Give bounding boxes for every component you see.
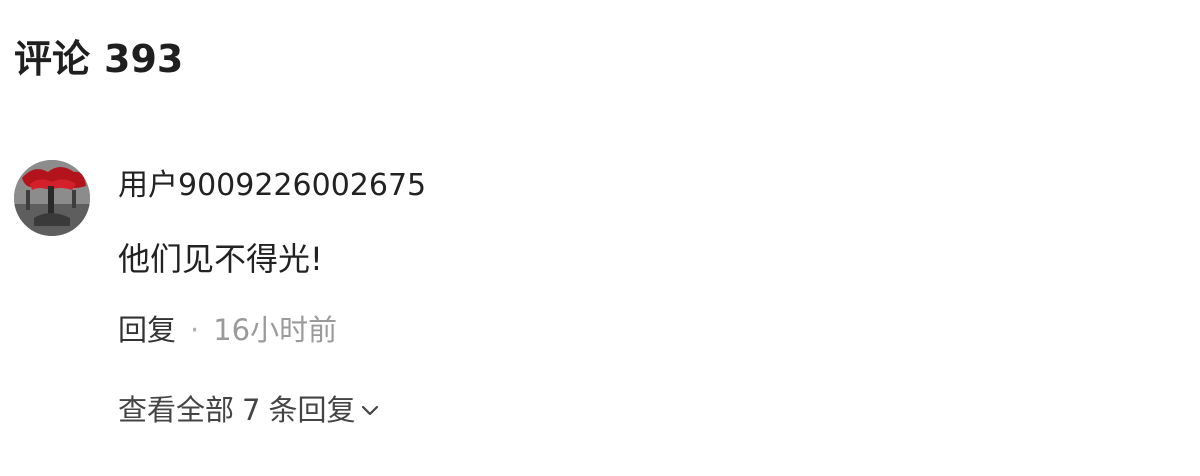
comments-header: 评论 393 [14, 40, 183, 78]
reply-button[interactable]: 回复 [118, 312, 176, 348]
comment-meta: 回复 · 16小时前 [118, 312, 337, 348]
avatar-image [14, 160, 90, 236]
comment-content: 他们见不得光! [118, 240, 323, 278]
view-replies-count: 7 [242, 393, 261, 427]
avatar[interactable] [14, 160, 90, 236]
meta-separator: · [190, 313, 200, 347]
view-all-replies-button[interactable]: 查看全部 7 条回复 [118, 392, 381, 428]
chevron-down-icon [362, 405, 379, 416]
comment-time: 16小时前 [213, 313, 338, 347]
comments-title: 评论 [14, 37, 91, 81]
comments-page: 评论 393 用户9009226002675 他们见不得光! 回复 · 16小时… [0, 0, 1200, 476]
view-replies-suffix: 条回复 [268, 393, 356, 427]
view-replies-prefix: 查看全部 [118, 393, 235, 427]
comments-count: 393 [104, 37, 184, 81]
comment-username[interactable]: 用户9009226002675 [118, 168, 426, 204]
